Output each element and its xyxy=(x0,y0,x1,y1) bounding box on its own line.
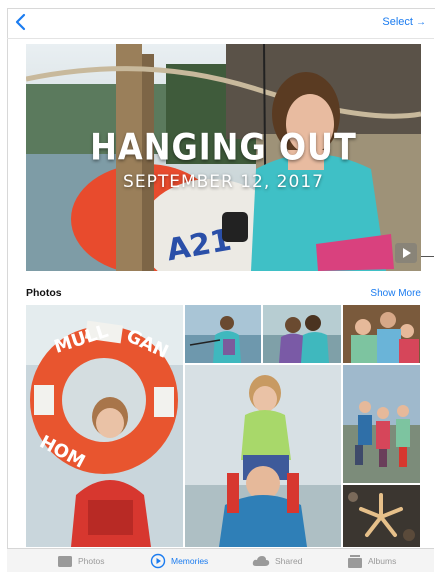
photo-thumbnail xyxy=(343,365,420,483)
photo-tile-piggyback[interactable] xyxy=(185,365,341,547)
memory-hero-card[interactable]: A21 HANGING OUT SEPTEMBER 12, 2017 xyxy=(26,44,421,271)
memory-title: HANGING OUT xyxy=(90,125,357,169)
cloud-icon xyxy=(252,556,270,566)
callout-line xyxy=(421,256,434,257)
show-more-link[interactable]: Show More xyxy=(370,288,421,299)
photo-thumbnail xyxy=(185,365,341,547)
photo-tile-kids-table[interactable] xyxy=(343,305,420,363)
photo-tile-fishing[interactable] xyxy=(185,305,261,363)
photo-tile-beach-kids[interactable] xyxy=(343,365,420,483)
albums-icon xyxy=(348,554,362,568)
tab-label: Memories xyxy=(171,556,209,566)
select-label: Select xyxy=(382,16,413,28)
tab-bar: Photos Memories Shared Albums xyxy=(7,548,434,572)
memories-icon xyxy=(150,553,166,569)
photo-thumbnail xyxy=(343,485,420,547)
tab-label: Albums xyxy=(368,556,397,566)
play-icon[interactable] xyxy=(395,243,417,263)
tab-label: Photos xyxy=(78,556,105,566)
photos-icon xyxy=(58,555,72,567)
photo-tile-girls-dock[interactable] xyxy=(263,305,341,363)
photos-section-title: Photos xyxy=(26,287,62,299)
photo-thumbnail: MULL GAN HOM xyxy=(26,305,183,547)
tab-albums[interactable]: Albums xyxy=(347,552,396,570)
navigation-bar: Select → xyxy=(7,8,434,38)
photo-tile-life-ring[interactable]: MULL GAN HOM xyxy=(26,305,183,547)
divider xyxy=(7,38,434,39)
tab-shared[interactable]: Shared xyxy=(252,552,302,570)
photo-tile-starfish[interactable] xyxy=(343,485,420,547)
tab-memories[interactable]: Memories xyxy=(150,552,208,570)
memory-date: SEPTEMBER 12, 2017 xyxy=(123,172,324,192)
tab-photos[interactable]: Photos xyxy=(57,552,104,570)
tab-label: Shared xyxy=(275,556,303,566)
select-button[interactable]: Select → xyxy=(382,16,426,28)
arrow-right-icon: → xyxy=(416,17,426,28)
back-chevron-icon[interactable] xyxy=(13,13,29,31)
photo-thumbnail xyxy=(263,305,341,363)
photo-thumbnail xyxy=(185,305,261,363)
photo-thumbnail xyxy=(343,305,420,363)
